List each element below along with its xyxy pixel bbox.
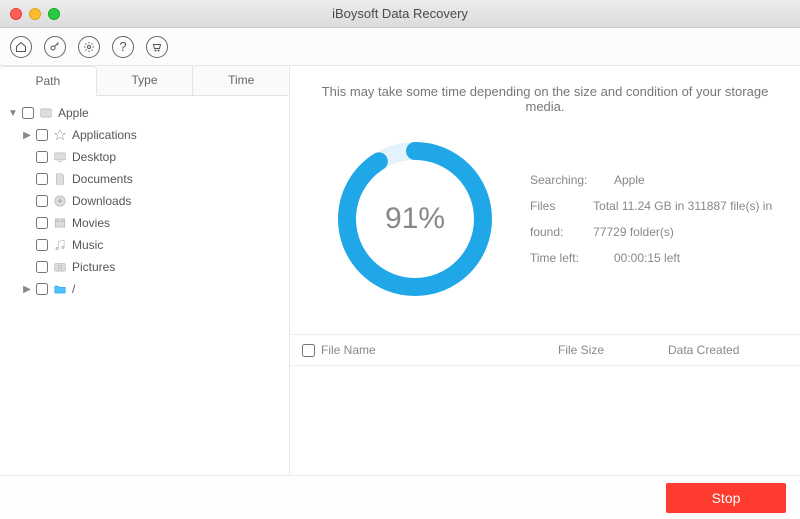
window-title: iBoysoft Data Recovery [0,6,800,21]
chevron-right-icon[interactable]: ▶ [22,130,32,141]
col-filename[interactable]: File Name [321,343,376,357]
searching-label: Searching: [530,167,602,193]
folder-icon [52,281,68,297]
checkbox[interactable] [36,151,48,163]
tree-label: Apple [58,106,89,120]
home-icon[interactable] [10,36,32,58]
disk-icon [38,105,54,121]
checkbox[interactable] [36,239,48,251]
table-header: File Name File Size Data Created [290,334,800,366]
searching-value: Apple [614,167,645,193]
progress-donut: 91% [330,134,500,304]
tree-item[interactable]: ▶ / [22,278,281,300]
toolbar: ? [0,28,800,66]
sidebar-tabs: Path Type Time [0,66,289,96]
tab-type[interactable]: Type [97,66,194,95]
tree-label: Music [72,238,103,252]
downloads-icon [52,193,68,209]
desktop-icon [52,149,68,165]
tree-label: Documents [72,172,133,186]
tree-label: Pictures [72,260,115,274]
timeleft-value: 00:00:15 left [614,245,680,271]
checkbox[interactable] [36,195,48,207]
select-all-checkbox[interactable] [302,344,315,357]
file-tree: ▼ Apple ▶ Applications Desktop [0,96,289,475]
movies-icon [52,215,68,231]
chevron-right-icon[interactable]: ▶ [22,284,32,295]
tree-label: Applications [72,128,137,142]
tree-item[interactable]: Movies [22,212,281,234]
scan-progress-row: 91% Searching: Apple Files found:Total 11… [290,124,800,334]
documents-icon [52,171,68,187]
col-datecreated[interactable]: Data Created [668,343,788,357]
found-value: Total 11.24 GB in 311887 file(s) in 7772… [593,193,780,245]
tree-label: / [72,282,75,296]
tree-label: Desktop [72,150,116,164]
timeleft-label: Time left: [530,245,602,271]
key-icon[interactable] [44,36,66,58]
tree-item[interactable]: Downloads [22,190,281,212]
sidebar: Path Type Time ▼ Apple ▶ Applications [0,66,290,475]
footer: Stop [0,475,800,519]
music-icon [52,237,68,253]
chevron-down-icon[interactable]: ▼ [8,108,18,119]
applications-icon [52,127,68,143]
checkbox[interactable] [36,261,48,273]
stop-button[interactable]: Stop [666,483,786,513]
checkbox[interactable] [36,217,48,229]
close-icon[interactable] [10,8,22,20]
status-message: This may take some time depending on the… [290,66,800,124]
tree-label: Movies [72,216,110,230]
content: Path Type Time ▼ Apple ▶ Applications [0,66,800,475]
progress-percent: 91% [330,134,500,304]
minimize-icon[interactable] [29,8,41,20]
checkbox[interactable] [36,129,48,141]
window-controls [0,8,60,20]
help-icon[interactable]: ? [112,36,134,58]
table-body [290,366,800,475]
scan-stats: Searching: Apple Files found:Total 11.24 … [530,167,780,271]
checkbox[interactable] [36,283,48,295]
tab-path[interactable]: Path [0,66,97,96]
tree-label: Downloads [72,194,131,208]
gear-icon[interactable] [78,36,100,58]
tree-item[interactable]: Pictures [22,256,281,278]
zoom-icon[interactable] [48,8,60,20]
main-panel: This may take some time depending on the… [290,66,800,475]
titlebar: iBoysoft Data Recovery [0,0,800,28]
checkbox[interactable] [36,173,48,185]
tree-item[interactable]: Documents [22,168,281,190]
pictures-icon [52,259,68,275]
tree-root[interactable]: ▼ Apple [8,102,281,124]
col-filesize[interactable]: File Size [558,343,668,357]
tree-item[interactable]: Music [22,234,281,256]
tree-item[interactable]: ▶ Applications [22,124,281,146]
tab-time[interactable]: Time [193,66,289,95]
found-label: Files found: [530,193,581,245]
checkbox[interactable] [22,107,34,119]
cart-icon[interactable] [146,36,168,58]
tree-item[interactable]: Desktop [22,146,281,168]
